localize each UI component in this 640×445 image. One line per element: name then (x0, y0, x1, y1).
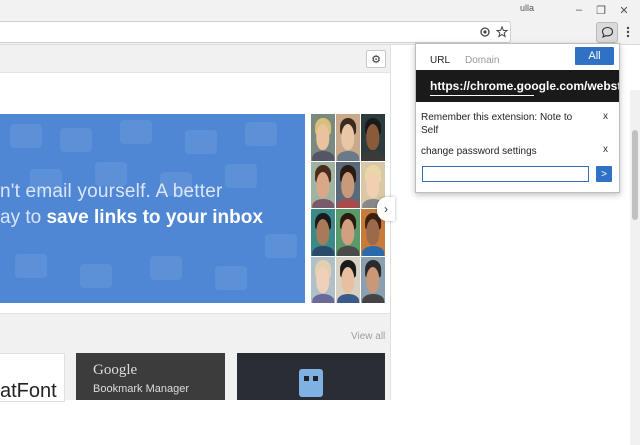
scroll-thumb[interactable] (632, 130, 638, 220)
avatar (336, 256, 360, 303)
url-underline (430, 95, 534, 96)
avatar (311, 209, 335, 256)
avatar (336, 114, 360, 161)
avatar (336, 161, 360, 208)
extension-tile[interactable]: atFont (0, 353, 65, 402)
kebab-menu-icon[interactable] (622, 23, 634, 41)
all-button[interactable]: All (575, 47, 614, 65)
note-to-self-popup: URL Domain All https://chrome.google.com… (415, 43, 620, 193)
avatar (361, 114, 385, 161)
hero-subheadline-bold: save links to your inbox (46, 207, 263, 228)
star-icon[interactable] (495, 25, 509, 39)
browser-toolbar (0, 20, 640, 45)
hero-headline: n't email yourself. A better (0, 181, 223, 202)
hero-subheadline-prefix: ay to (0, 207, 47, 228)
avatar-grid[interactable] (311, 114, 385, 303)
new-note-input[interactable] (422, 166, 589, 182)
note-item: change password settings (421, 146, 537, 157)
tile-subtitle: Bookmark Manager (93, 383, 189, 395)
address-bar[interactable] (0, 21, 511, 43)
extension-tile[interactable] (237, 353, 385, 400)
scrollbar[interactable] (630, 90, 640, 445)
current-url-bar: https://chrome.google.com/webstore (416, 70, 619, 102)
carousel-next-button[interactable]: › (377, 197, 395, 221)
tab-url[interactable]: URL (430, 55, 450, 66)
delete-note-button[interactable]: x (603, 111, 608, 122)
minimize-button[interactable]: – (568, 2, 590, 18)
delete-note-button[interactable]: x (603, 144, 608, 155)
avatar (311, 114, 335, 161)
restore-button[interactable]: ❐ (590, 2, 612, 18)
note-item: Remember this extension: Note to Self (421, 112, 573, 136)
close-button[interactable]: ✕ (613, 2, 635, 18)
avatar (311, 256, 335, 303)
current-url: https://chrome.google.com/webstore (430, 79, 619, 93)
speech-bubble-icon[interactable] (596, 22, 618, 43)
gear-icon[interactable]: ⚙ (366, 50, 386, 68)
robot-icon (299, 369, 323, 397)
tile-brand: Google (93, 362, 138, 378)
add-note-button[interactable]: > (596, 166, 612, 182)
title-bar: ulla – ❐ ✕ (0, 0, 640, 20)
profile-name[interactable]: ulla (520, 3, 534, 13)
avatar (361, 256, 385, 303)
store-content: ⚙ n't email yourself. A better ay to sav… (0, 45, 395, 402)
extension-tile[interactable]: Google Bookmark Manager (76, 353, 225, 400)
hero-subheadline: ay to save links to your inbox (0, 207, 263, 229)
location-target-icon[interactable] (478, 25, 492, 39)
tab-domain[interactable]: Domain (465, 55, 499, 66)
view-all-link[interactable]: View all (351, 331, 385, 342)
avatar (336, 209, 360, 256)
avatar (311, 161, 335, 208)
